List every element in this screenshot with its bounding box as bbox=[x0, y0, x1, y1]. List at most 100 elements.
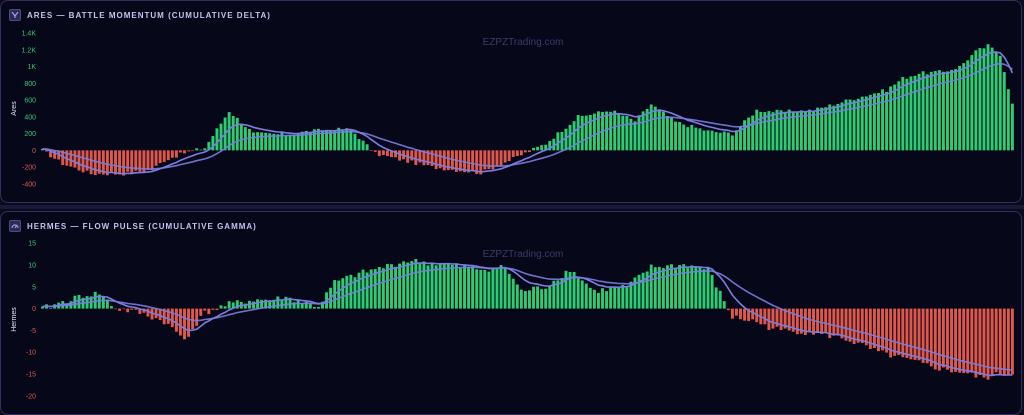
bar bbox=[215, 308, 219, 311]
bar bbox=[463, 265, 466, 309]
bar bbox=[718, 290, 722, 309]
bar bbox=[365, 144, 369, 151]
bar bbox=[946, 308, 949, 370]
bar bbox=[418, 263, 422, 309]
bar bbox=[450, 265, 454, 309]
bar bbox=[183, 308, 186, 340]
bar bbox=[426, 265, 430, 309]
y-tick-label: 400 bbox=[24, 114, 36, 121]
bar bbox=[475, 269, 479, 309]
bar bbox=[183, 150, 186, 154]
bar bbox=[199, 308, 203, 316]
bar bbox=[584, 283, 588, 309]
bar bbox=[933, 308, 937, 370]
bar bbox=[191, 150, 195, 151]
bar bbox=[532, 147, 535, 151]
bar bbox=[260, 132, 264, 151]
watermark: EZPZTrading.com bbox=[483, 37, 564, 48]
bar bbox=[730, 135, 734, 151]
bar bbox=[767, 111, 771, 151]
bar bbox=[848, 99, 852, 151]
bar bbox=[828, 104, 832, 151]
bar bbox=[897, 308, 901, 355]
bar bbox=[580, 280, 584, 309]
bar bbox=[613, 287, 617, 309]
bar bbox=[771, 308, 775, 329]
bar bbox=[698, 267, 702, 309]
bar bbox=[398, 263, 402, 309]
bar bbox=[114, 150, 117, 175]
bar bbox=[49, 308, 53, 309]
y-tick-label: 0 bbox=[32, 148, 36, 155]
bar bbox=[905, 308, 909, 358]
panel-divider[interactable] bbox=[0, 205, 1024, 209]
y-axis-label: Hermes bbox=[11, 307, 18, 332]
bar bbox=[775, 109, 779, 151]
bar bbox=[682, 124, 686, 151]
bar bbox=[523, 150, 527, 153]
bar bbox=[434, 265, 438, 309]
bar bbox=[130, 150, 134, 174]
bar bbox=[893, 308, 897, 356]
bar bbox=[556, 132, 560, 151]
bar bbox=[706, 267, 710, 309]
bar bbox=[743, 308, 747, 321]
bar bbox=[694, 267, 698, 309]
y-tick-label: 1K bbox=[27, 64, 36, 71]
bar bbox=[954, 308, 958, 372]
bar bbox=[621, 284, 625, 309]
bar bbox=[925, 308, 929, 364]
bar bbox=[625, 116, 629, 151]
bar bbox=[986, 308, 990, 380]
bar bbox=[726, 308, 730, 311]
bar bbox=[1002, 72, 1006, 151]
bar bbox=[694, 127, 698, 151]
bar bbox=[649, 264, 653, 309]
bar bbox=[966, 308, 970, 374]
bar bbox=[515, 150, 519, 157]
bar bbox=[507, 273, 511, 309]
bar bbox=[438, 264, 442, 309]
bar bbox=[743, 120, 747, 151]
bar bbox=[479, 150, 483, 175]
bar bbox=[93, 150, 97, 175]
bar bbox=[994, 308, 998, 373]
bar bbox=[982, 48, 986, 151]
bar bbox=[714, 132, 718, 151]
y-tick-label: 800 bbox=[24, 81, 36, 88]
bar bbox=[962, 63, 966, 151]
ares-chart: EZPZTrading.com Ares 1.4K 1.2K 1K 800 600 400 20… bbox=[11, 31, 1014, 188]
bar bbox=[162, 150, 166, 162]
bar bbox=[377, 150, 381, 157]
bar bbox=[609, 287, 613, 309]
bar bbox=[860, 308, 864, 344]
bar bbox=[820, 308, 824, 334]
y-tick-label: 5 bbox=[32, 284, 36, 291]
bar bbox=[771, 112, 775, 151]
bar bbox=[1006, 89, 1010, 151]
bar bbox=[698, 128, 702, 151]
bar bbox=[503, 267, 507, 309]
bar bbox=[219, 305, 223, 309]
bar bbox=[625, 286, 629, 309]
bar bbox=[126, 308, 130, 313]
bar bbox=[178, 308, 182, 336]
bar bbox=[913, 75, 917, 151]
bar bbox=[414, 150, 418, 166]
bar bbox=[536, 146, 540, 151]
bar bbox=[840, 102, 844, 151]
bar bbox=[686, 127, 690, 151]
bar bbox=[779, 308, 783, 331]
bar bbox=[73, 150, 77, 168]
bar bbox=[528, 150, 531, 152]
bar bbox=[609, 111, 613, 151]
bar bbox=[812, 111, 815, 151]
bar bbox=[897, 81, 901, 151]
bar bbox=[540, 289, 544, 309]
bar bbox=[576, 115, 580, 151]
bar bbox=[467, 150, 471, 173]
bar bbox=[170, 150, 174, 158]
bar bbox=[613, 110, 617, 151]
bar bbox=[122, 308, 126, 310]
bar bbox=[109, 150, 113, 173]
